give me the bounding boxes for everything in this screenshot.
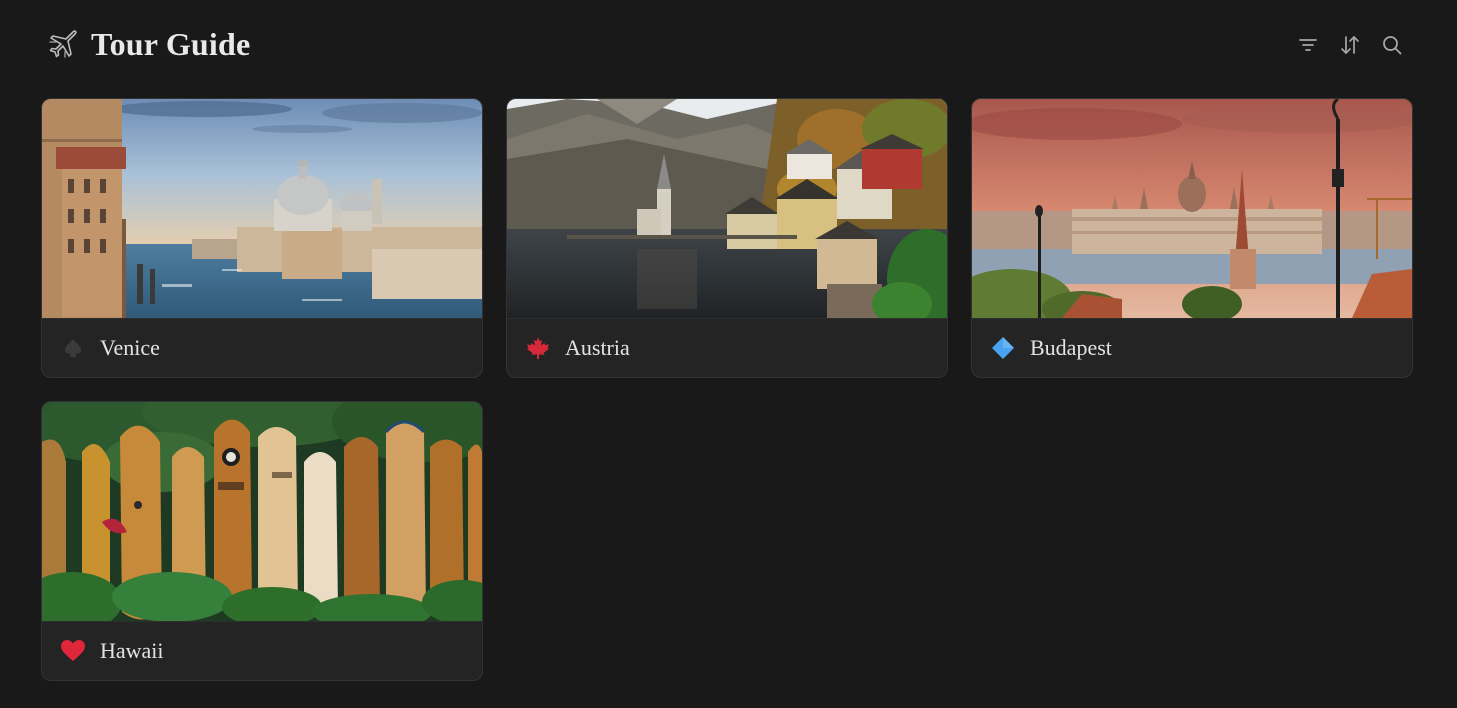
toolbar (1298, 33, 1402, 57)
search-icon (1383, 36, 1402, 55)
filter-button[interactable] (1298, 33, 1318, 57)
surfboards-fence-photo (42, 402, 482, 621)
budapest-parliament-photo (972, 99, 1412, 318)
page-header: Tour Guide (0, 0, 1457, 88)
card-footer: Hawaii (42, 621, 482, 680)
card-title: Budapest (1030, 335, 1112, 360)
search-button[interactable] (1382, 33, 1402, 57)
card-budapest[interactable]: Budapest (971, 98, 1413, 378)
card-hawaii[interactable]: Hawaii (41, 401, 483, 681)
gallery-grid: Venice Austria Budapest Hawaii (41, 98, 1413, 681)
spade-icon (60, 335, 86, 361)
card-title: Venice (100, 335, 160, 360)
sort-button[interactable] (1340, 33, 1360, 57)
heart-icon (60, 638, 86, 664)
airplane-icon (47, 28, 79, 60)
venice-grand-canal-photo (42, 99, 482, 318)
card-footer: Austria (507, 318, 947, 377)
page-title: Tour Guide (91, 25, 251, 62)
card-venice[interactable]: Venice (41, 98, 483, 378)
maple-leaf-icon (525, 335, 551, 361)
card-footer: Budapest (972, 318, 1412, 377)
hallstatt-lake-village-photo (507, 99, 947, 318)
diamond-icon (990, 335, 1016, 361)
card-title: Hawaii (100, 638, 164, 663)
card-footer: Venice (42, 318, 482, 377)
card-title: Austria (565, 335, 630, 360)
page-title-group: Tour Guide (47, 26, 250, 62)
filter-icon (1299, 39, 1317, 51)
card-austria[interactable]: Austria (506, 98, 948, 378)
sort-icon (1341, 36, 1359, 54)
